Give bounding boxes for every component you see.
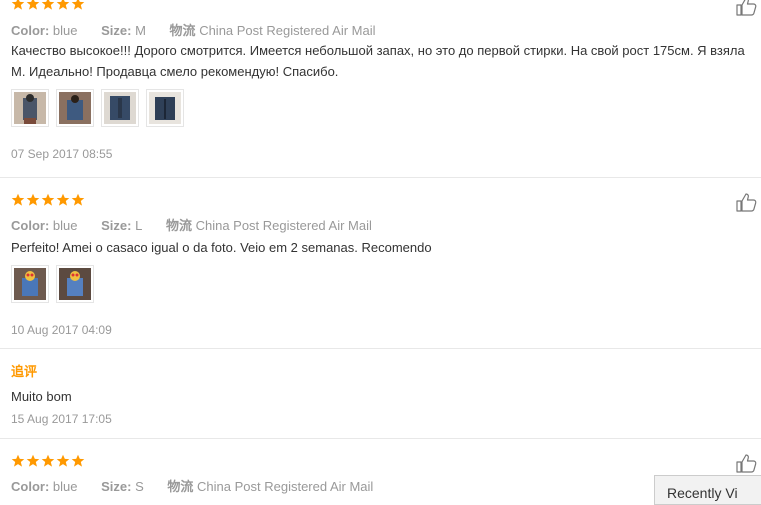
review-photo[interactable] [11, 265, 49, 303]
logistics-value: China Post Registered Air Mail [199, 23, 376, 38]
star-rating [11, 454, 85, 468]
color-value: blue [52, 23, 78, 38]
star-icon [11, 0, 25, 11]
review-date: 07 Sep 2017 08:55 [11, 147, 113, 161]
star-icon [71, 0, 85, 11]
size-value: S [135, 479, 144, 494]
size-value: M [135, 23, 146, 38]
size-value: L [135, 218, 143, 233]
review-photo[interactable] [11, 89, 49, 127]
append-review-date: 15 Aug 2017 17:05 [11, 412, 112, 426]
append-review-text: Muito bom [11, 389, 72, 404]
divider [0, 177, 761, 178]
star-icon [56, 193, 70, 207]
thumbs-up-icon[interactable] [736, 192, 758, 212]
divider [0, 348, 761, 349]
color-label: Color: [11, 218, 50, 233]
size-label: Size: [101, 23, 132, 38]
star-icon [26, 454, 40, 468]
star-icon [41, 454, 55, 468]
review-text: Качество высокое!!! Дорого смотрится. Им… [11, 40, 761, 82]
star-icon [11, 193, 25, 207]
color-value: blue [52, 218, 78, 233]
star-icon [26, 193, 40, 207]
star-icon [71, 454, 85, 468]
divider [0, 438, 761, 439]
review-photo[interactable] [56, 265, 94, 303]
append-review-title: 追评 [11, 364, 38, 379]
star-icon [26, 0, 40, 11]
logistics-label: 物流 [165, 218, 192, 233]
color-label: Color: [11, 479, 50, 494]
star-icon [41, 0, 55, 11]
review-date: 10 Aug 2017 04:09 [11, 323, 112, 337]
color-label: Color: [11, 23, 50, 38]
star-icon [56, 454, 70, 468]
review-photo[interactable] [146, 89, 184, 127]
logistics-label: 物流 [169, 23, 196, 38]
star-rating [11, 0, 85, 11]
review-photos [11, 89, 184, 127]
star-icon [11, 454, 25, 468]
review-text-line-2: M. Идеально! Продавца смело рекомендую! … [11, 64, 339, 79]
logistics-value: China Post Registered Air Mail [197, 479, 374, 494]
logistics-label: 物流 [167, 479, 194, 494]
logistics-value: China Post Registered Air Mail [195, 218, 372, 233]
size-label: Size: [101, 479, 132, 494]
star-icon [71, 193, 85, 207]
review-photos [11, 265, 94, 303]
review-meta: Color: blue Size: S 物流 China Post Regist… [11, 476, 373, 495]
review-text-line-1: Качество высокое!!! Дорого смотрится. Им… [11, 43, 745, 58]
star-icon [41, 193, 55, 207]
star-icon [56, 0, 70, 11]
recently-viewed-tab[interactable]: Recently Vi [654, 475, 761, 505]
review-photo[interactable] [101, 89, 139, 127]
review-meta: Color: blue Size: L 物流 China Post Regist… [11, 215, 372, 234]
thumbs-up-icon[interactable] [736, 0, 758, 16]
review-text: Perfeito! Amei o casaco igual o da foto.… [11, 240, 432, 255]
color-value: blue [52, 479, 78, 494]
star-rating [11, 193, 85, 207]
review-meta: Color: blue Size: M 物流 China Post Regist… [11, 20, 376, 39]
review-photo[interactable] [56, 89, 94, 127]
size-label: Size: [101, 218, 132, 233]
thumbs-up-icon[interactable] [736, 453, 758, 473]
